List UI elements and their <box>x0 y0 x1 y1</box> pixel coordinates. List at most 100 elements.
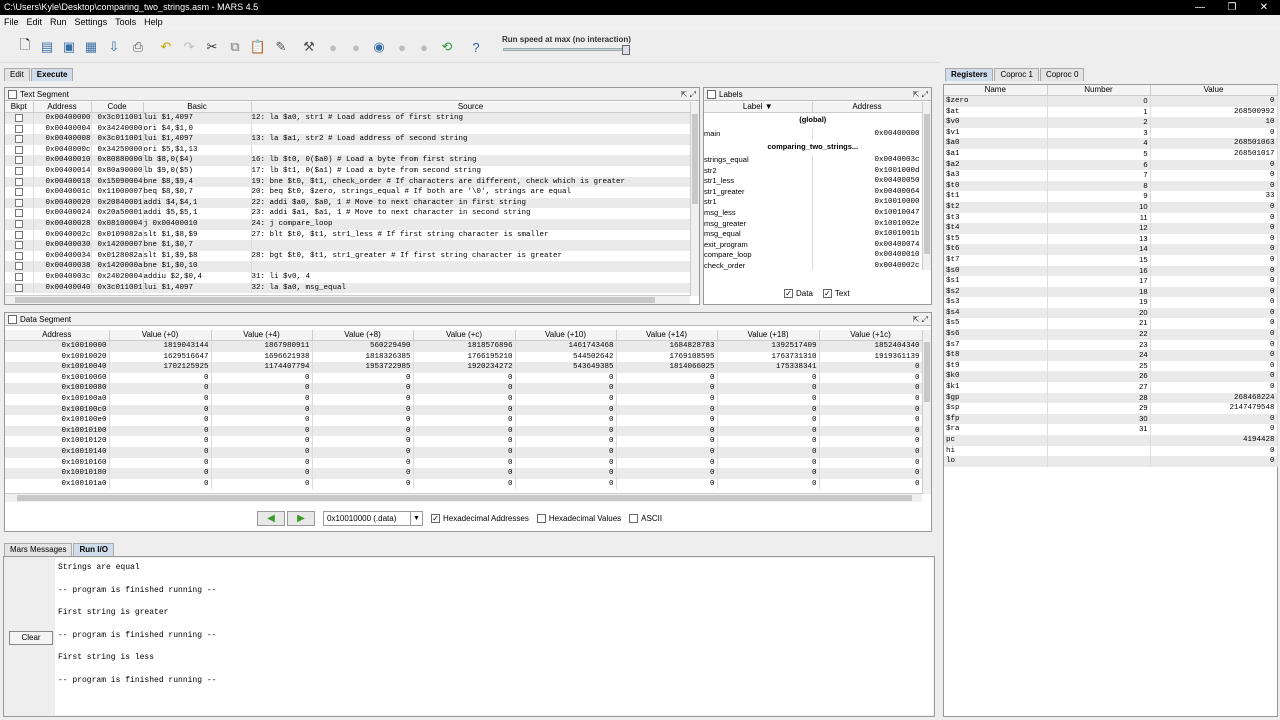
col-data-7[interactable]: Value (+18) <box>717 330 820 341</box>
labels-vscroll[interactable] <box>922 102 931 270</box>
breakpoint-checkbox[interactable] <box>14 145 23 154</box>
table-row[interactable]: 0x00400024 0x20a50001 addi $5,$5,1 23: addi… <box>5 208 690 219</box>
breakpoint-checkbox[interactable] <box>14 114 23 123</box>
tab-coproc1[interactable]: Coproc 1 <box>994 68 1039 81</box>
dump-icon[interactable]: ⇩ <box>104 37 124 57</box>
step-icon[interactable]: ● <box>346 37 366 57</box>
tab-execute[interactable]: Execute <box>30 68 74 81</box>
register-row[interactable]: $t1 9 33 <box>944 191 1278 202</box>
menu-file[interactable]: File <box>0 15 23 30</box>
register-row[interactable]: $t6 14 0 <box>944 244 1278 255</box>
text-segment-hscroll[interactable] <box>5 295 690 304</box>
table-row[interactable]: 0x100100a0 0 0 0 0 0 0 0 0 <box>5 393 922 405</box>
table-row[interactable]: 0x00400040 0x3c011001 lui $1,4097 32: la $a… <box>5 282 690 294</box>
col-bkpt[interactable]: Bkpt <box>5 102 34 113</box>
table-row[interactable]: 0x00400000 0x3c011001 lui $1,4097 12: la $a… <box>5 112 690 124</box>
col-label-address[interactable]: Address <box>812 102 922 113</box>
minimize-icon[interactable]: — <box>1184 0 1216 15</box>
prev-arrow-icon[interactable]: ◀ <box>257 511 285 526</box>
tab-registers[interactable]: Registers <box>945 68 994 81</box>
register-row[interactable]: pc 4194428 <box>944 435 1278 446</box>
undo-icon[interactable]: ↶ <box>156 37 176 57</box>
backstep-icon[interactable]: ◉ <box>369 37 389 57</box>
register-row[interactable]: $v1 3 0 <box>944 127 1278 139</box>
register-row[interactable]: $t5 13 0 <box>944 233 1278 245</box>
save-icon[interactable]: ▣ <box>59 37 79 57</box>
register-row[interactable]: $t4 12 0 <box>944 223 1278 234</box>
register-row[interactable]: $k1 27 0 <box>944 382 1278 393</box>
breakpoint-checkbox[interactable] <box>14 124 23 133</box>
label-row[interactable]: str1_less 0x00400050 <box>704 176 922 187</box>
segment-select[interactable]: 0x10010000 (.data) ▼ <box>323 511 423 526</box>
table-row[interactable]: 0x0040001c 0x11000007 beq $8,$0,7 20: beq $… <box>5 187 690 198</box>
register-row[interactable]: hi 0 <box>944 445 1278 457</box>
breakpoint-checkbox[interactable] <box>14 198 23 207</box>
table-row[interactable]: 0x10010120 0 0 0 0 0 0 0 0 <box>5 436 922 447</box>
text-segment-vscroll[interactable] <box>690 102 699 296</box>
label-row[interactable]: msg_less 0x10010047 <box>704 208 922 219</box>
reset-icon[interactable]: ⟲ <box>437 37 457 57</box>
tab-coproc0[interactable]: Coproc 0 <box>1039 68 1085 81</box>
menu-run[interactable]: Run <box>46 15 71 30</box>
register-row[interactable]: $a0 4 268501063 <box>944 138 1278 149</box>
chevron-down-icon[interactable]: ▼ <box>410 512 422 525</box>
register-row[interactable]: lo 0 <box>944 456 1278 467</box>
go-icon[interactable]: ● <box>323 37 343 57</box>
table-row[interactable]: 0x10010040 1702125925 1174407794 1953722985… <box>5 362 922 373</box>
col-reg-number[interactable]: Number <box>1047 85 1151 96</box>
register-row[interactable]: $s1 17 0 <box>944 276 1278 287</box>
hex-addresses-checkbox[interactable]: ✓ Hexadecimal Addresses <box>431 514 529 523</box>
register-row[interactable]: $s3 19 0 <box>944 297 1278 308</box>
col-code[interactable]: Code <box>91 102 144 113</box>
label-row[interactable]: str2 0x1001000d <box>704 165 922 177</box>
register-row[interactable]: $a1 5 268501017 <box>944 148 1278 160</box>
breakpoint-checkbox[interactable] <box>14 188 23 197</box>
col-reg-name[interactable]: Name <box>944 85 1048 96</box>
col-data-4[interactable]: Value (+c) <box>413 330 516 341</box>
register-row[interactable]: $a2 6 0 <box>944 159 1278 171</box>
label-row[interactable]: exit_program 0x00400074 <box>704 239 922 251</box>
register-row[interactable]: $s5 21 0 <box>944 318 1278 330</box>
label-row[interactable]: compare_loop 0x00400010 <box>704 250 922 262</box>
register-row[interactable]: $zero 0 0 <box>944 95 1278 107</box>
table-row[interactable]: 0x10010180 0 0 0 0 0 0 0 0 <box>5 468 922 479</box>
print-icon[interactable]: ⎙ <box>128 37 148 57</box>
label-row[interactable]: check_order 0x0040002c <box>704 261 922 270</box>
col-data-2[interactable]: Value (+4) <box>211 330 313 341</box>
label-row[interactable]: msg_greater 0x1001002e <box>704 218 922 230</box>
col-data-8[interactable]: Value (+1c) <box>819 330 922 341</box>
table-row[interactable]: 0x00400020 0x20840001 addi $4,$4,1 22: addi… <box>5 197 690 209</box>
speed-slider-thumb[interactable] <box>622 45 630 55</box>
register-row[interactable]: $s2 18 0 <box>944 286 1278 298</box>
register-row[interactable]: $t0 8 0 <box>944 180 1278 192</box>
label-row[interactable]: strings_equal 0x0040003c <box>704 155 922 166</box>
maximize-icon[interactable]: ⇱ ⤢ <box>913 313 928 326</box>
breakpoint-checkbox[interactable] <box>14 230 23 239</box>
data-segment-vscroll[interactable] <box>922 330 931 494</box>
paste-icon[interactable]: 📋 <box>248 37 268 57</box>
tab-edit[interactable]: Edit <box>4 68 30 81</box>
hex-values-checkbox[interactable]: Hexadecimal Values <box>536 514 621 523</box>
table-row[interactable]: 0x0040002c 0x0109082a slt $1,$8,$9 27: blt … <box>5 229 690 241</box>
run-io-console[interactable]: Strings are equal -- program is finished … <box>55 558 933 715</box>
register-row[interactable]: $sp 29 2147479548 <box>944 403 1278 414</box>
breakpoint-checkbox[interactable] <box>14 219 23 228</box>
table-row[interactable]: 0x10010020 1629516647 1696621938 1818326385… <box>5 351 922 363</box>
register-row[interactable]: $t9 25 0 <box>944 360 1278 372</box>
register-row[interactable]: $gp 28 268468224 <box>944 392 1278 404</box>
register-row[interactable]: $fp 30 0 <box>944 413 1278 425</box>
close-icon[interactable]: ✕ <box>1248 0 1280 15</box>
breakpoint-checkbox[interactable] <box>14 166 23 175</box>
breakpoint-checkbox[interactable] <box>14 251 23 260</box>
breakpoint-checkbox[interactable] <box>14 135 23 144</box>
breakpoint-checkbox[interactable] <box>14 283 23 292</box>
register-row[interactable]: $s0 16 0 <box>944 265 1278 277</box>
register-row[interactable]: $s6 22 0 <box>944 329 1278 340</box>
labels-data-checkbox[interactable]: ✓ Data <box>784 289 813 298</box>
register-row[interactable]: $k0 26 0 <box>944 371 1278 383</box>
register-row[interactable]: $ra 31 0 <box>944 424 1278 435</box>
maximize-icon[interactable]: ⇱ ⤢ <box>913 88 928 101</box>
data-segment-hscroll[interactable] <box>5 493 922 502</box>
col-address[interactable]: Address <box>33 102 92 113</box>
table-row[interactable]: 0x10010060 0 0 0 0 0 0 0 0 <box>5 372 922 384</box>
